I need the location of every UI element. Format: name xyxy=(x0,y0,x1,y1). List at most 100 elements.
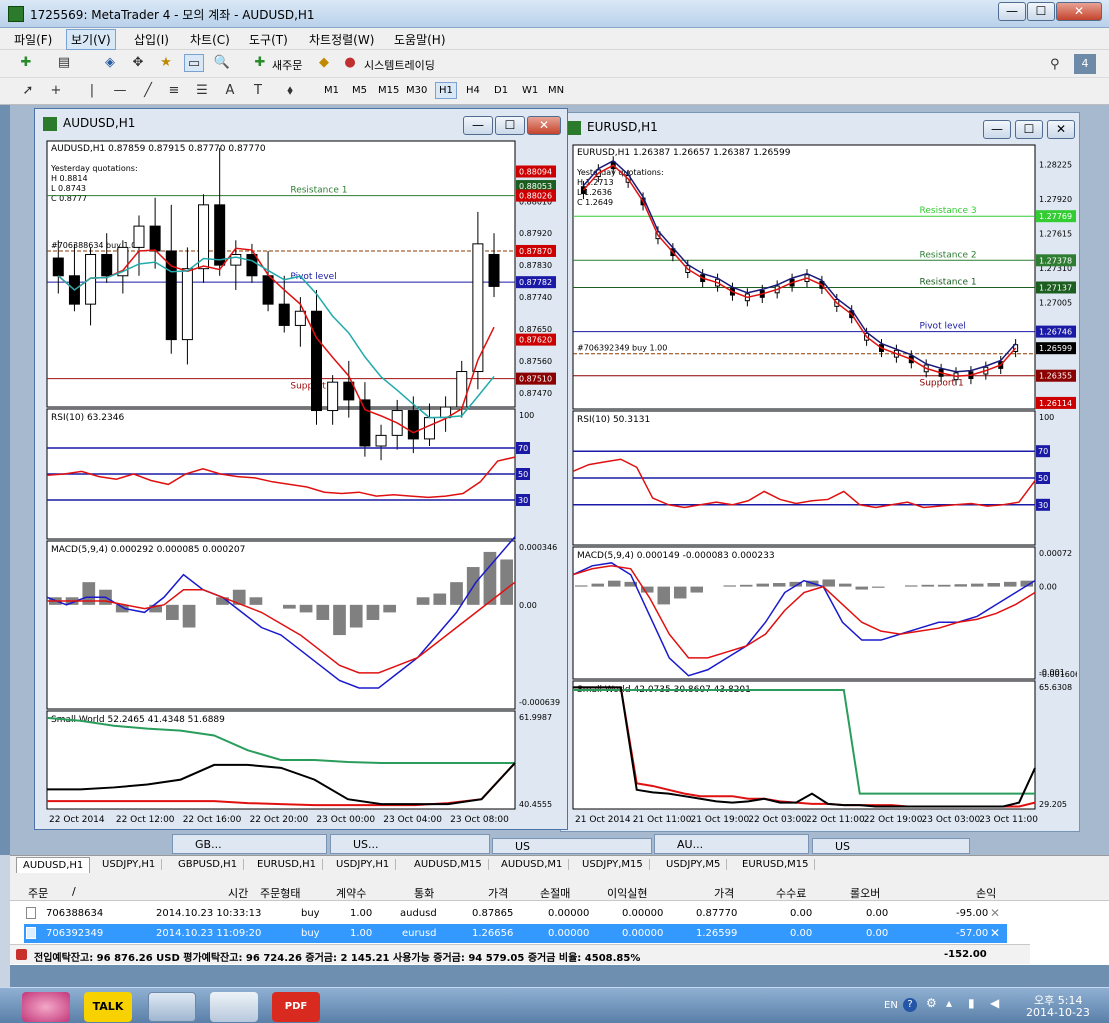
trendline-icon[interactable]: ╱ xyxy=(138,82,158,100)
col-symbol[interactable]: 통화 xyxy=(414,885,434,901)
col-cur-price[interactable]: 가격 xyxy=(714,885,734,901)
menu-view[interactable]: 보기(V) xyxy=(66,29,116,50)
tf-m5[interactable]: M5 xyxy=(352,85,367,96)
col-size[interactable]: 계약수 xyxy=(336,885,366,901)
eurusd-maximize-button[interactable]: ☐ xyxy=(1015,120,1043,139)
tray-icon[interactable]: ⚙ xyxy=(926,996,937,1010)
market-watch-icon[interactable]: ◈ xyxy=(100,54,120,72)
minimized-window[interactable]: US xyxy=(812,838,970,854)
tf-d1[interactable]: D1 xyxy=(494,85,508,96)
minimized-window[interactable]: AU... xyxy=(654,834,809,854)
menu-window[interactable]: 차트정렬(W) xyxy=(305,31,378,48)
minimized-window[interactable]: US xyxy=(492,838,652,854)
menu-insert[interactable]: 삽입(I) xyxy=(130,31,173,48)
audusd-close-button[interactable]: ✕ xyxy=(527,116,561,135)
menu-tools[interactable]: 도구(T) xyxy=(245,31,292,48)
new-order-button[interactable]: 새주문 xyxy=(272,57,302,73)
profiles-icon[interactable]: ▤ xyxy=(54,54,74,72)
audusd-minimize-button[interactable]: — xyxy=(463,116,493,135)
auto-trading-icon[interactable]: ● xyxy=(340,54,360,72)
chart-tab[interactable]: AUDUSD,M15 xyxy=(408,859,489,870)
metatrader-task-icon[interactable] xyxy=(148,992,196,1022)
terminal-side-handle[interactable] xyxy=(0,855,10,987)
tf-m15[interactable]: M15 xyxy=(378,85,399,96)
col-time[interactable]: 시간 xyxy=(228,885,248,901)
tf-mn[interactable]: MN xyxy=(548,85,564,96)
chart-tab[interactable]: GBPUSD,H1 xyxy=(172,859,245,870)
minimize-button[interactable]: — xyxy=(998,2,1026,21)
data-window-icon[interactable]: ★ xyxy=(156,54,176,72)
col-commission[interactable]: 수수료 xyxy=(776,885,806,901)
tf-h4[interactable]: H4 xyxy=(466,85,480,96)
cursor-icon[interactable]: ➚ xyxy=(18,82,38,100)
menu-charts[interactable]: 차트(C) xyxy=(186,31,234,48)
cell-price: 0.87865 xyxy=(472,908,514,919)
new-order-icon[interactable]: ✚ xyxy=(250,54,270,72)
chart-tab[interactable]: EURUSD,M15 xyxy=(736,859,816,870)
arrows-icon[interactable]: ⬧ xyxy=(280,82,300,100)
auto-trading-button[interactable]: 시스템트레이딩 xyxy=(364,57,435,73)
horizontal-line-icon[interactable]: — xyxy=(110,82,130,100)
kakaotalk-icon[interactable]: TALK xyxy=(84,992,132,1022)
metaeditor-icon[interactable]: ◆ xyxy=(314,54,334,72)
terminal-icon[interactable]: ▭ xyxy=(184,54,204,72)
col-profit[interactable]: 손익 xyxy=(976,885,996,901)
equidistant-channel-icon[interactable]: ≡ xyxy=(164,82,184,100)
navigator-icon[interactable]: ✥ xyxy=(128,54,148,72)
tester-icon[interactable]: 🔍 xyxy=(212,54,232,72)
menu-file[interactable]: 파일(F) xyxy=(10,31,56,48)
volume-icon[interactable]: ◀ xyxy=(990,996,999,1010)
text-icon[interactable]: A xyxy=(220,82,240,100)
chart-tab[interactable]: AUDUSD,M1 xyxy=(495,859,570,870)
minimized-window[interactable]: US... xyxy=(330,834,490,854)
eurusd-close-button[interactable]: ✕ xyxy=(1047,120,1075,139)
maximize-button[interactable]: ☐ xyxy=(1027,2,1055,21)
audusd-chart-window[interactable]: AUDUSD,H1 — ☐ ✕ AUDUSD,H1 0.87859 0.8791… xyxy=(34,108,568,830)
chart-tab[interactable]: USDJPY,H1 xyxy=(330,859,397,870)
eurusd-chart[interactable]: EURUSD,H1 1.26387 1.26657 1.26387 1.2659… xyxy=(567,143,1077,827)
help-icon[interactable]: ? xyxy=(903,998,917,1012)
chart-tab[interactable]: USDJPY,H1 xyxy=(96,859,163,870)
chart-tab[interactable]: AUDUSD,H1 xyxy=(16,857,91,873)
col-tp[interactable]: 이익실현 xyxy=(607,885,647,901)
new-chart-icon[interactable]: ✚ xyxy=(16,54,36,72)
tf-w1[interactable]: W1 xyxy=(522,85,538,96)
x-tick-label: 23 Oct 00:00 xyxy=(316,815,375,825)
chart-tab[interactable]: USDJPY,M15 xyxy=(576,859,650,870)
audusd-maximize-button[interactable]: ☐ xyxy=(495,116,525,135)
network-icon[interactable]: ▮ xyxy=(968,996,975,1010)
tf-h1[interactable]: H1 xyxy=(435,82,457,99)
table-row-selected[interactable]: 706392349 2014.10.23 11:09:20 buy 1.00 e… xyxy=(24,924,1007,943)
eurusd-minimize-button[interactable]: — xyxy=(983,120,1011,139)
search-icon-glyph[interactable]: ⚲ xyxy=(1050,57,1060,72)
text-label-icon[interactable]: T xyxy=(248,82,268,100)
audusd-chart[interactable]: AUDUSD,H1 0.87859 0.87915 0.87770 0.8777… xyxy=(41,139,565,827)
chart-tab[interactable]: EURUSD,H1 xyxy=(251,859,324,870)
cell-symbol: audusd xyxy=(400,908,437,919)
language-indicator[interactable]: EN xyxy=(884,1000,898,1011)
col-price[interactable]: 가격 xyxy=(488,885,508,901)
close-order-icon[interactable]: ✕ xyxy=(990,906,1000,920)
crosshair-icon[interactable]: + xyxy=(46,82,66,100)
eurusd-chart-window[interactable]: EURUSD,H1 — ☐ ✕ EURUSD,H1 1.26387 1.2665… xyxy=(560,112,1080,832)
tf-m30[interactable]: M30 xyxy=(406,85,427,96)
fibonacci-icon[interactable]: ☰ xyxy=(192,82,212,100)
tray-arrow-icon[interactable]: ▴ xyxy=(946,996,952,1010)
hwp-icon[interactable] xyxy=(210,992,258,1022)
yesterday-quote: H 0.8814 xyxy=(51,174,88,183)
vertical-line-icon[interactable]: | xyxy=(82,82,102,100)
chart-tab[interactable]: USDJPY,M5 xyxy=(660,859,728,870)
menu-help[interactable]: 도움말(H) xyxy=(390,31,450,48)
pdf-icon[interactable]: PDF xyxy=(272,992,320,1022)
col-sl[interactable]: 손절매 xyxy=(540,885,570,901)
col-order[interactable]: 주문 xyxy=(28,885,48,901)
community-icon[interactable]: 4 xyxy=(1074,54,1096,74)
minimized-window[interactable]: GB... xyxy=(172,834,327,854)
table-row[interactable]: 706388634 2014.10.23 10:33:13 buy 1.00 a… xyxy=(10,904,1010,923)
close-button[interactable]: ✕ xyxy=(1056,2,1102,21)
close-order-icon[interactable]: ✕ xyxy=(990,926,1000,940)
col-type[interactable]: 주문형태 xyxy=(260,885,300,901)
tf-m1[interactable]: M1 xyxy=(324,85,339,96)
col-swap[interactable]: 롤오버 xyxy=(850,885,880,901)
messenger-icon[interactable] xyxy=(22,992,70,1022)
